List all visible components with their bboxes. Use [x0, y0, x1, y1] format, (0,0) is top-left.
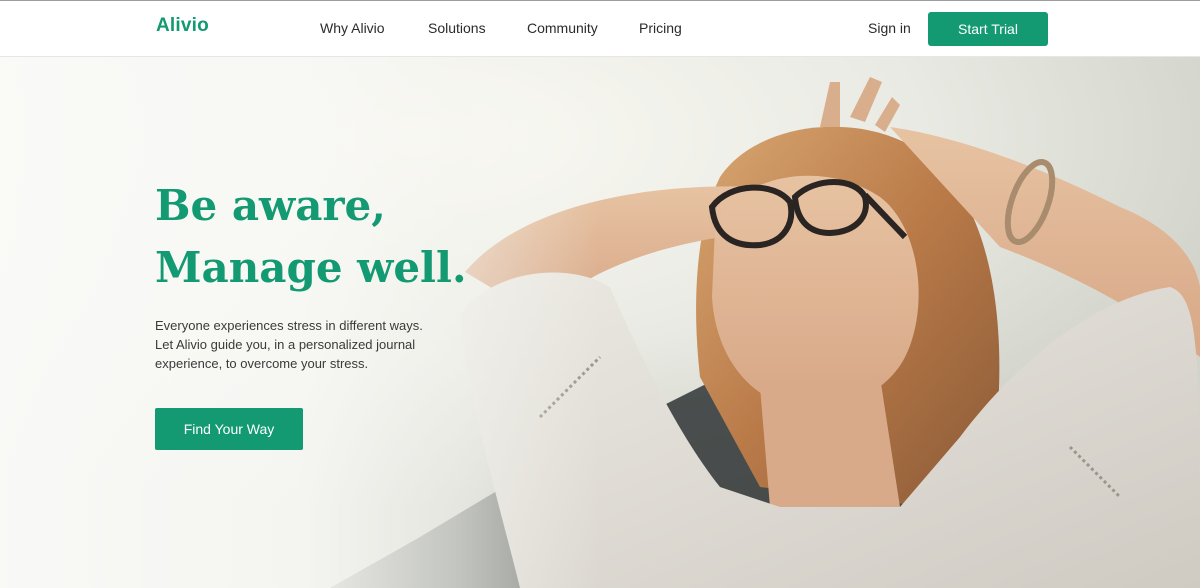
top-navigation: Alivio Why Alivio Solutions Community Pr… [0, 0, 1200, 57]
subtext-line-2: Let Alivio guide you, in a personalized … [155, 337, 416, 352]
find-your-way-button[interactable]: Find Your Way [155, 408, 303, 450]
headline-line-2: Manage well. [155, 243, 467, 292]
brand-logo[interactable]: Alivio [156, 15, 209, 37]
nav-link-solutions[interactable]: Solutions [428, 20, 486, 36]
hero-subtext: Everyone experiences stress in different… [155, 316, 455, 373]
nav-link-why-alivio[interactable]: Why Alivio [320, 20, 385, 36]
subtext-line-1: Everyone experiences stress in different… [155, 318, 423, 333]
start-trial-button[interactable]: Start Trial [928, 12, 1048, 46]
headline-line-1: Be aware, [155, 181, 386, 230]
sign-in-link[interactable]: Sign in [868, 20, 911, 36]
hero-section: Be aware, Manage well. Everyone experien… [0, 57, 1200, 588]
nav-link-pricing[interactable]: Pricing [639, 20, 682, 36]
subtext-line-3: experience, to overcome your stress. [155, 356, 369, 371]
nav-link-community[interactable]: Community [527, 20, 598, 36]
hero-headline: Be aware, Manage well. [155, 175, 467, 299]
